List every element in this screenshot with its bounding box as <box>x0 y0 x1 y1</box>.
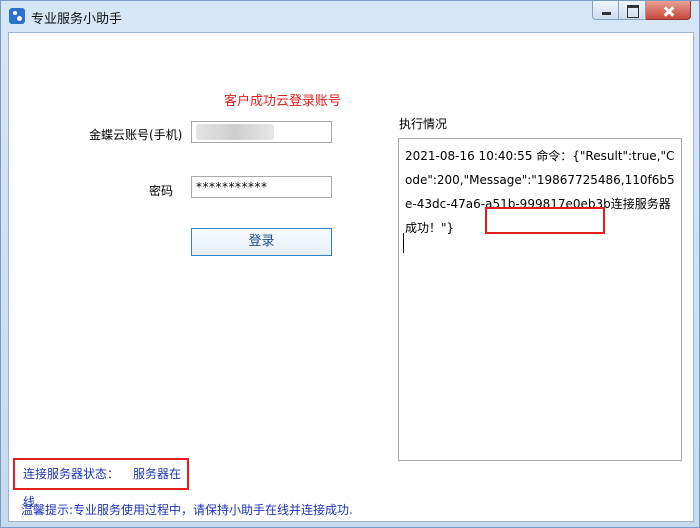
login-button[interactable]: 登录 <box>191 228 332 256</box>
app-window: 专业服务小助手 客户成功云登录账号 金蝶云账号(手机) 密码 *********… <box>0 0 700 528</box>
log-title: 执行情况 <box>399 117 448 131</box>
highlight-box <box>485 207 605 234</box>
password-label: 密码 <box>149 184 174 198</box>
title-bar[interactable]: 专业服务小助手 <box>1 1 699 31</box>
login-success-note: 客户成功云登录账号 <box>224 94 342 109</box>
log-textarea[interactable]: 2021-08-16 10:40:55 命令：{"Result":true,"C… <box>398 138 682 461</box>
main-panel: 客户成功云登录账号 金蝶云账号(手机) 密码 *********** 登录 执行… <box>8 32 694 522</box>
password-value: *********** <box>196 180 268 194</box>
account-input[interactable] <box>191 121 332 143</box>
text-cursor <box>403 233 404 253</box>
tip-text: 温馨提示:专业服务使用过程中，请保持小助手在线并连接成功. <box>21 503 353 517</box>
redacted-account-value <box>196 124 274 140</box>
maximize-button[interactable] <box>619 1 646 20</box>
close-button[interactable] <box>646 1 691 20</box>
window-controls <box>592 1 691 21</box>
connection-status: 连接服务器状态： 服务器在线 <box>13 458 189 509</box>
app-logo-icon <box>9 8 25 24</box>
account-label: 金蝶云账号(手机) <box>89 128 183 142</box>
status-label: 连接服务器状态： <box>23 467 120 481</box>
minimize-button[interactable] <box>592 1 619 20</box>
window-title: 专业服务小助手 <box>31 12 123 27</box>
password-input[interactable]: *********** <box>191 176 332 198</box>
